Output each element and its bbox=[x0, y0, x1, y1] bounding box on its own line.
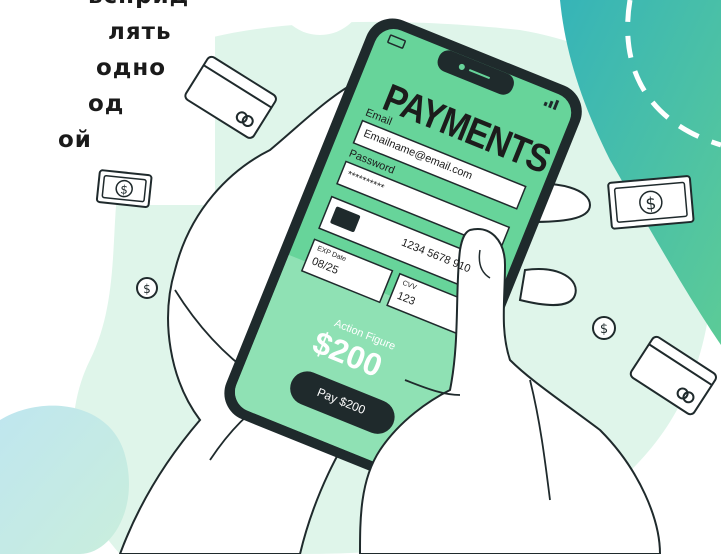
caption-line-1: ьсприд bbox=[88, 0, 198, 14]
caption-line-2: лять bbox=[108, 19, 172, 45]
left-caption: ьсприд лять одно од ой bbox=[58, 0, 198, 158]
dollar-coin-icon: $ bbox=[592, 316, 616, 340]
dollar-coin-icon: $ bbox=[136, 277, 158, 299]
left-bottom-blob bbox=[0, 405, 129, 554]
svg-text:$: $ bbox=[120, 182, 129, 197]
dollar-bill-icon: $ bbox=[607, 175, 695, 230]
dollar-bill-icon: $ bbox=[95, 169, 153, 208]
svg-text:$: $ bbox=[600, 322, 608, 337]
svg-text:$: $ bbox=[143, 282, 151, 296]
cloud-bubble bbox=[496, 0, 524, 22]
payment-illustration: $ $ $ $ $ bbox=[0, 0, 721, 554]
svg-text:$: $ bbox=[645, 194, 658, 215]
caption-line-5: ой bbox=[58, 127, 92, 153]
caption-line-4: од bbox=[88, 91, 125, 117]
caption-line-3: одно bbox=[96, 55, 167, 81]
